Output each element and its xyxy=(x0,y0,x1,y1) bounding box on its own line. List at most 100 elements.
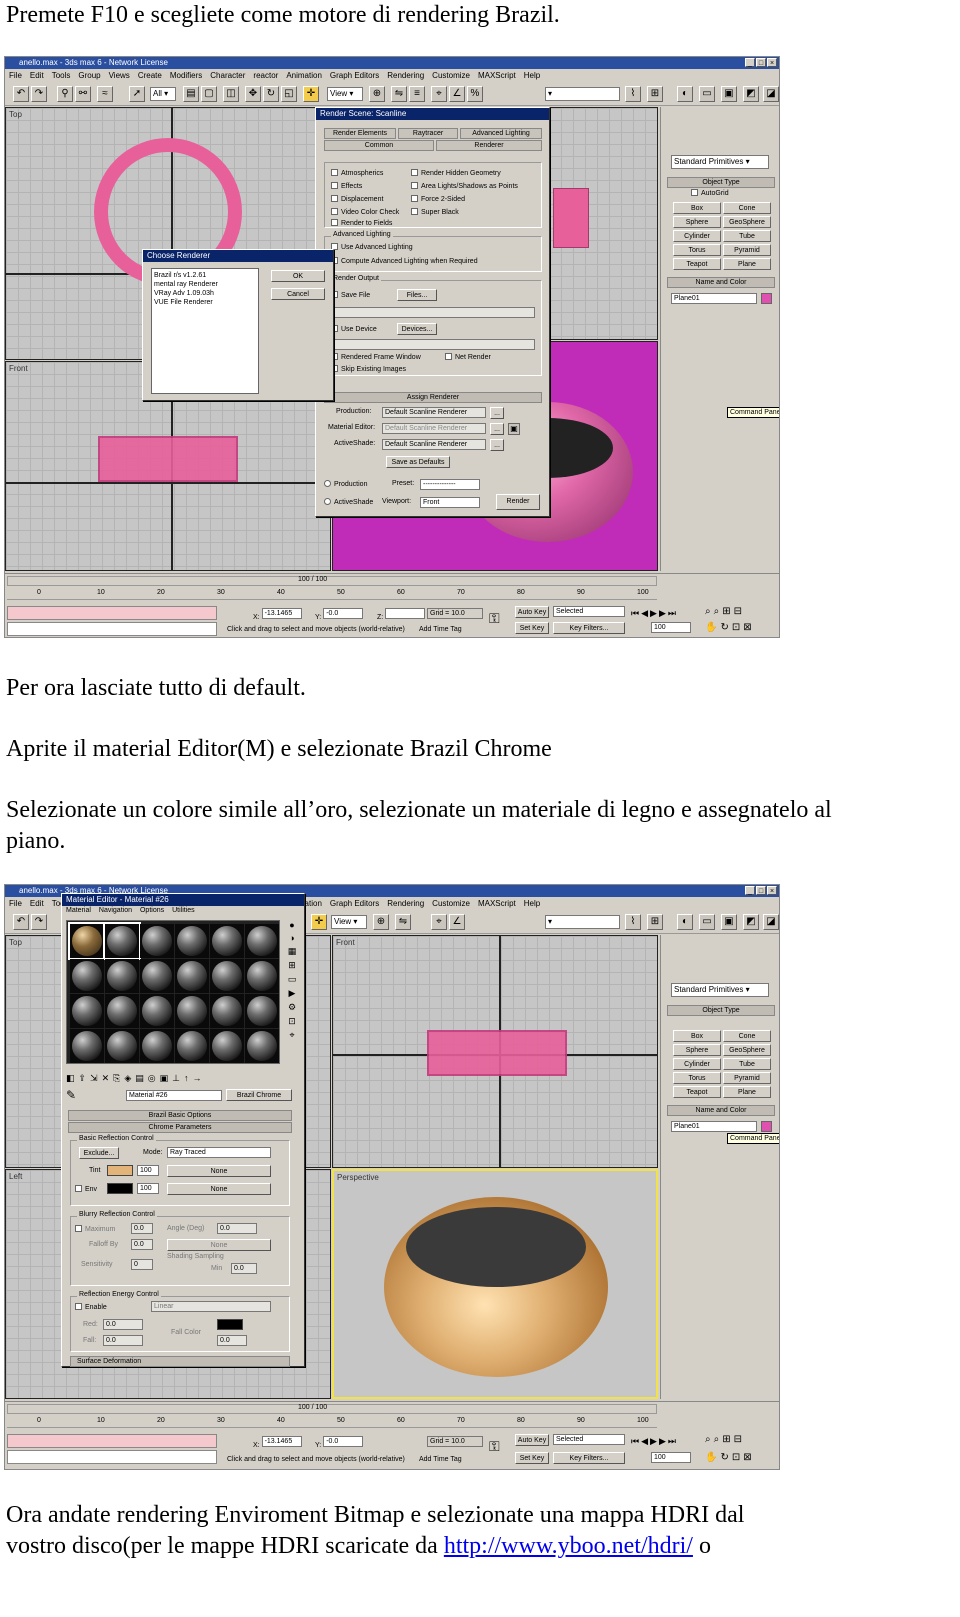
tab-advanced-lighting[interactable]: Advanced Lighting xyxy=(460,128,542,139)
material-sample-slot[interactable] xyxy=(245,1029,279,1063)
material-sample-slot[interactable] xyxy=(245,994,279,1028)
quick-render-icon[interactable]: ▣ xyxy=(721,914,737,930)
select-icon[interactable]: ➚ xyxy=(129,86,145,102)
snap-icon[interactable]: ⌖ xyxy=(431,86,447,102)
fall-color-value-field[interactable]: 0.0 xyxy=(217,1335,247,1346)
choose-material-editor-button[interactable]: ... xyxy=(490,423,504,435)
tube-button[interactable]: Tube xyxy=(723,1058,771,1070)
material-sample-slot[interactable] xyxy=(70,959,104,993)
maxscript-listener[interactable] xyxy=(7,606,217,620)
close-button[interactable]: × xyxy=(767,58,777,67)
x-value-field[interactable]: -13.1465 xyxy=(261,608,302,619)
render-hidden-checkbox[interactable]: Render Hidden Geometry xyxy=(411,169,501,177)
material-sample-slot[interactable] xyxy=(140,994,174,1028)
minimize-button[interactable]: _ xyxy=(745,886,755,895)
put-to-scene-icon[interactable]: ⇪ xyxy=(79,1073,87,1084)
align-icon[interactable]: ≡ xyxy=(409,86,425,102)
undo-icon[interactable]: ↶ xyxy=(13,86,29,102)
material-sample-slot[interactable] xyxy=(103,922,141,960)
menu-item[interactable]: Group xyxy=(78,69,100,82)
autogrid-checkbox[interactable]: AutoGrid xyxy=(691,189,729,197)
schematic-icon[interactable]: ⊞ xyxy=(647,86,663,102)
playback-controls[interactable]: ⏮◀▶▶⏭ xyxy=(631,608,678,619)
playback-controls[interactable]: ⏮◀▶▶⏭ xyxy=(631,1436,678,1447)
torus-button[interactable]: Torus xyxy=(673,1072,721,1084)
material-sample-slot[interactable] xyxy=(140,1029,174,1063)
super-black-checkbox[interactable]: Super Black xyxy=(411,208,459,216)
render-button[interactable]: Render xyxy=(496,494,540,510)
ok-button[interactable]: OK xyxy=(271,270,325,282)
assign-renderer-rollout[interactable]: Assign Renderer xyxy=(324,392,542,403)
energy-mode-dropdown[interactable]: Linear xyxy=(151,1301,271,1312)
files-button[interactable]: Files... xyxy=(397,289,437,301)
tint-color-swatch[interactable] xyxy=(107,1165,133,1176)
preset-dropdown[interactable]: -------------- xyxy=(420,479,480,490)
pyramid-button[interactable]: Pyramid xyxy=(723,1072,771,1084)
exclude-button[interactable]: Exclude... xyxy=(79,1147,119,1159)
cone-button[interactable]: Cone xyxy=(723,1030,771,1042)
torus-button[interactable]: Torus xyxy=(673,244,721,256)
menu-item[interactable]: Customize xyxy=(432,897,470,910)
rollout-object-type[interactable]: Object Type xyxy=(667,1005,775,1016)
displacement-checkbox[interactable]: Displacement xyxy=(331,195,383,203)
menu-item[interactable]: Rendering xyxy=(387,897,424,910)
crossing-icon[interactable]: ◫ xyxy=(223,86,239,102)
select-by-material-icon[interactable]: ⊡ xyxy=(288,1016,296,1027)
named-selection-dropdown[interactable]: ▾ xyxy=(545,915,620,929)
rollout-name-color[interactable]: Name and Color xyxy=(667,277,775,288)
options-icon[interactable]: ⚙ xyxy=(288,1002,296,1013)
show-end-icon[interactable]: ⊥ xyxy=(172,1073,180,1084)
key-mode-dropdown[interactable]: Selected xyxy=(553,606,625,617)
device-field[interactable] xyxy=(331,339,535,350)
maximize-button[interactable]: □ xyxy=(756,886,766,895)
object-category-dropdown[interactable]: Standard Primitives ▾ xyxy=(671,155,769,169)
use-device-checkbox[interactable]: Use Device xyxy=(331,325,377,333)
atmospherics-checkbox[interactable]: Atmospherics xyxy=(331,169,383,177)
mirror-icon[interactable]: ⇋ xyxy=(395,914,411,930)
viewport-navigation-icons-2[interactable]: ✋↻⊡⊠ xyxy=(705,622,755,633)
maxscript-input[interactable] xyxy=(7,1450,217,1464)
menu-item[interactable]: Help xyxy=(524,69,540,82)
lock-icon[interactable]: ▣ xyxy=(508,423,520,435)
net-render-checkbox[interactable]: Net Render xyxy=(445,353,491,361)
tiling-icon[interactable]: ⊞ xyxy=(288,960,296,971)
skip-existing-checkbox[interactable]: Skip Existing Images xyxy=(331,365,406,373)
tab-raytracer[interactable]: Raytracer xyxy=(398,128,458,139)
output-file-field[interactable] xyxy=(331,307,535,318)
enable-checkbox[interactable]: Enable xyxy=(75,1303,107,1311)
teapot-button[interactable]: Teapot xyxy=(673,258,721,270)
time-slider[interactable]: 100 / 100 xyxy=(7,1404,657,1414)
surface-deformation-rollout[interactable]: Surface Deformation xyxy=(70,1356,290,1367)
menu-item[interactable]: Rendering xyxy=(387,69,424,82)
tab-render-elements[interactable]: Render Elements xyxy=(324,128,396,139)
material-sample-slot[interactable] xyxy=(175,959,209,993)
x-value-field[interactable]: -13.1465 xyxy=(261,1436,302,1447)
material-sample-slot[interactable] xyxy=(140,959,174,993)
material-sample-slot[interactable] xyxy=(210,959,244,993)
viewport-dropdown[interactable]: Front xyxy=(420,497,480,508)
tab-renderer[interactable]: Renderer xyxy=(436,140,542,151)
choose-activeshade-button[interactable]: ... xyxy=(490,439,504,451)
select-by-name-icon[interactable]: ▤ xyxy=(183,86,199,102)
area-lights-checkbox[interactable]: Area Lights/Shadows as Points xyxy=(411,182,518,190)
cancel-button[interactable]: Cancel xyxy=(271,288,325,300)
pivot-icon[interactable]: ⊕ xyxy=(369,86,385,102)
menu-item[interactable]: Edit xyxy=(30,897,44,910)
redo-icon[interactable]: ↷ xyxy=(31,86,47,102)
menu-item[interactable]: Create xyxy=(138,69,162,82)
copy-icon[interactable]: ⎘ xyxy=(113,1073,120,1084)
material-sample-slot[interactable] xyxy=(140,924,174,958)
activeshade-radio[interactable]: ActiveShade xyxy=(324,498,373,506)
menu-item[interactable]: Material xyxy=(66,907,91,914)
activeshade-icon[interactable]: ◪ xyxy=(763,86,779,102)
timeline-track[interactable]: 0 10 20 30 40 50 60 70 80 90 100 xyxy=(7,588,657,600)
render-scene-icon[interactable]: ▭ xyxy=(699,86,715,102)
force-2sided-checkbox[interactable]: Force 2-Sided xyxy=(411,195,465,203)
use-advanced-lighting-checkbox[interactable]: Use Advanced Lighting xyxy=(331,243,413,251)
viewport-navigation-icons[interactable]: ⌕⌕⊞⊟ xyxy=(705,1434,745,1445)
menu-item[interactable]: Utilities xyxy=(172,907,195,914)
reset-icon[interactable]: ✕ xyxy=(102,1073,110,1084)
rollout-basic-options[interactable]: Brazil Basic Options xyxy=(68,1110,292,1121)
red-field[interactable]: 0.0 xyxy=(103,1319,143,1330)
menu-item[interactable]: Edit xyxy=(30,69,44,82)
